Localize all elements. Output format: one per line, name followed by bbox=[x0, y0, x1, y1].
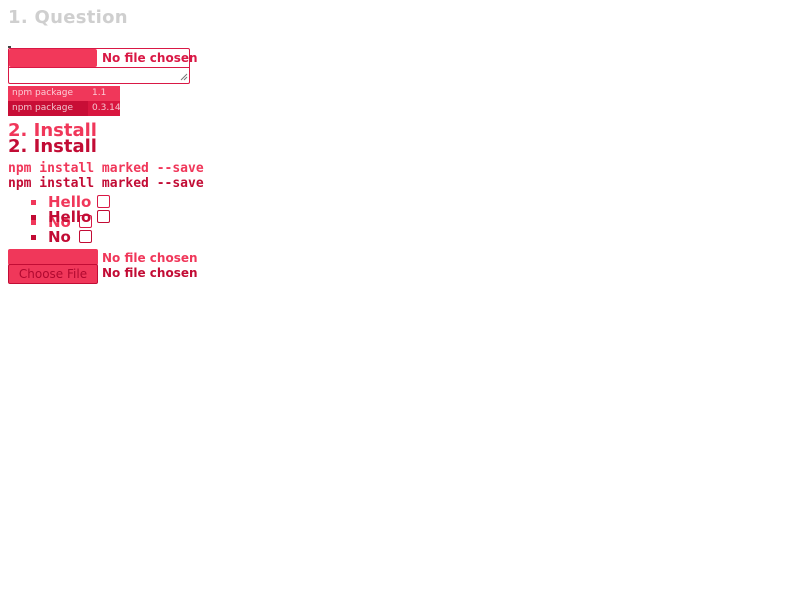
question-heading: 1. Question bbox=[8, 7, 128, 28]
install-command: npm install marked --save bbox=[8, 176, 204, 191]
list-item-checkbox[interactable] bbox=[97, 210, 110, 223]
list-bullet bbox=[31, 220, 36, 225]
list-bullet bbox=[31, 235, 36, 240]
list-item-label: Hello bbox=[48, 208, 92, 226]
npm-badge[interactable]: npm package 0.3.14 bbox=[8, 101, 121, 116]
badge-label: npm package bbox=[8, 86, 88, 101]
install-command: npm install marked --save bbox=[8, 161, 204, 176]
badge-value: 1.1 bbox=[88, 86, 120, 101]
badge-value: 0.3.14 bbox=[88, 101, 121, 116]
file-status-text: No file chosen bbox=[102, 266, 198, 280]
list-bullet bbox=[31, 215, 36, 220]
file-status-text: No file chosen bbox=[102, 251, 198, 265]
choose-file-button[interactable] bbox=[9, 49, 97, 67]
install-heading: 2. Install bbox=[8, 136, 97, 157]
choose-file-button[interactable] bbox=[8, 249, 98, 265]
npm-badge[interactable]: npm package 1.1 bbox=[8, 86, 120, 101]
file-status-text: No file chosen bbox=[102, 51, 198, 65]
list-item-label: No bbox=[48, 228, 71, 246]
textarea-divider bbox=[8, 67, 190, 68]
list-item-checkbox[interactable] bbox=[97, 195, 110, 208]
choose-file-button[interactable]: Choose File bbox=[8, 264, 98, 284]
list-item-checkbox[interactable] bbox=[79, 230, 92, 243]
list-bullet bbox=[31, 200, 36, 205]
badge-label: npm package bbox=[8, 101, 88, 116]
resize-grip-icon[interactable] bbox=[180, 73, 188, 81]
